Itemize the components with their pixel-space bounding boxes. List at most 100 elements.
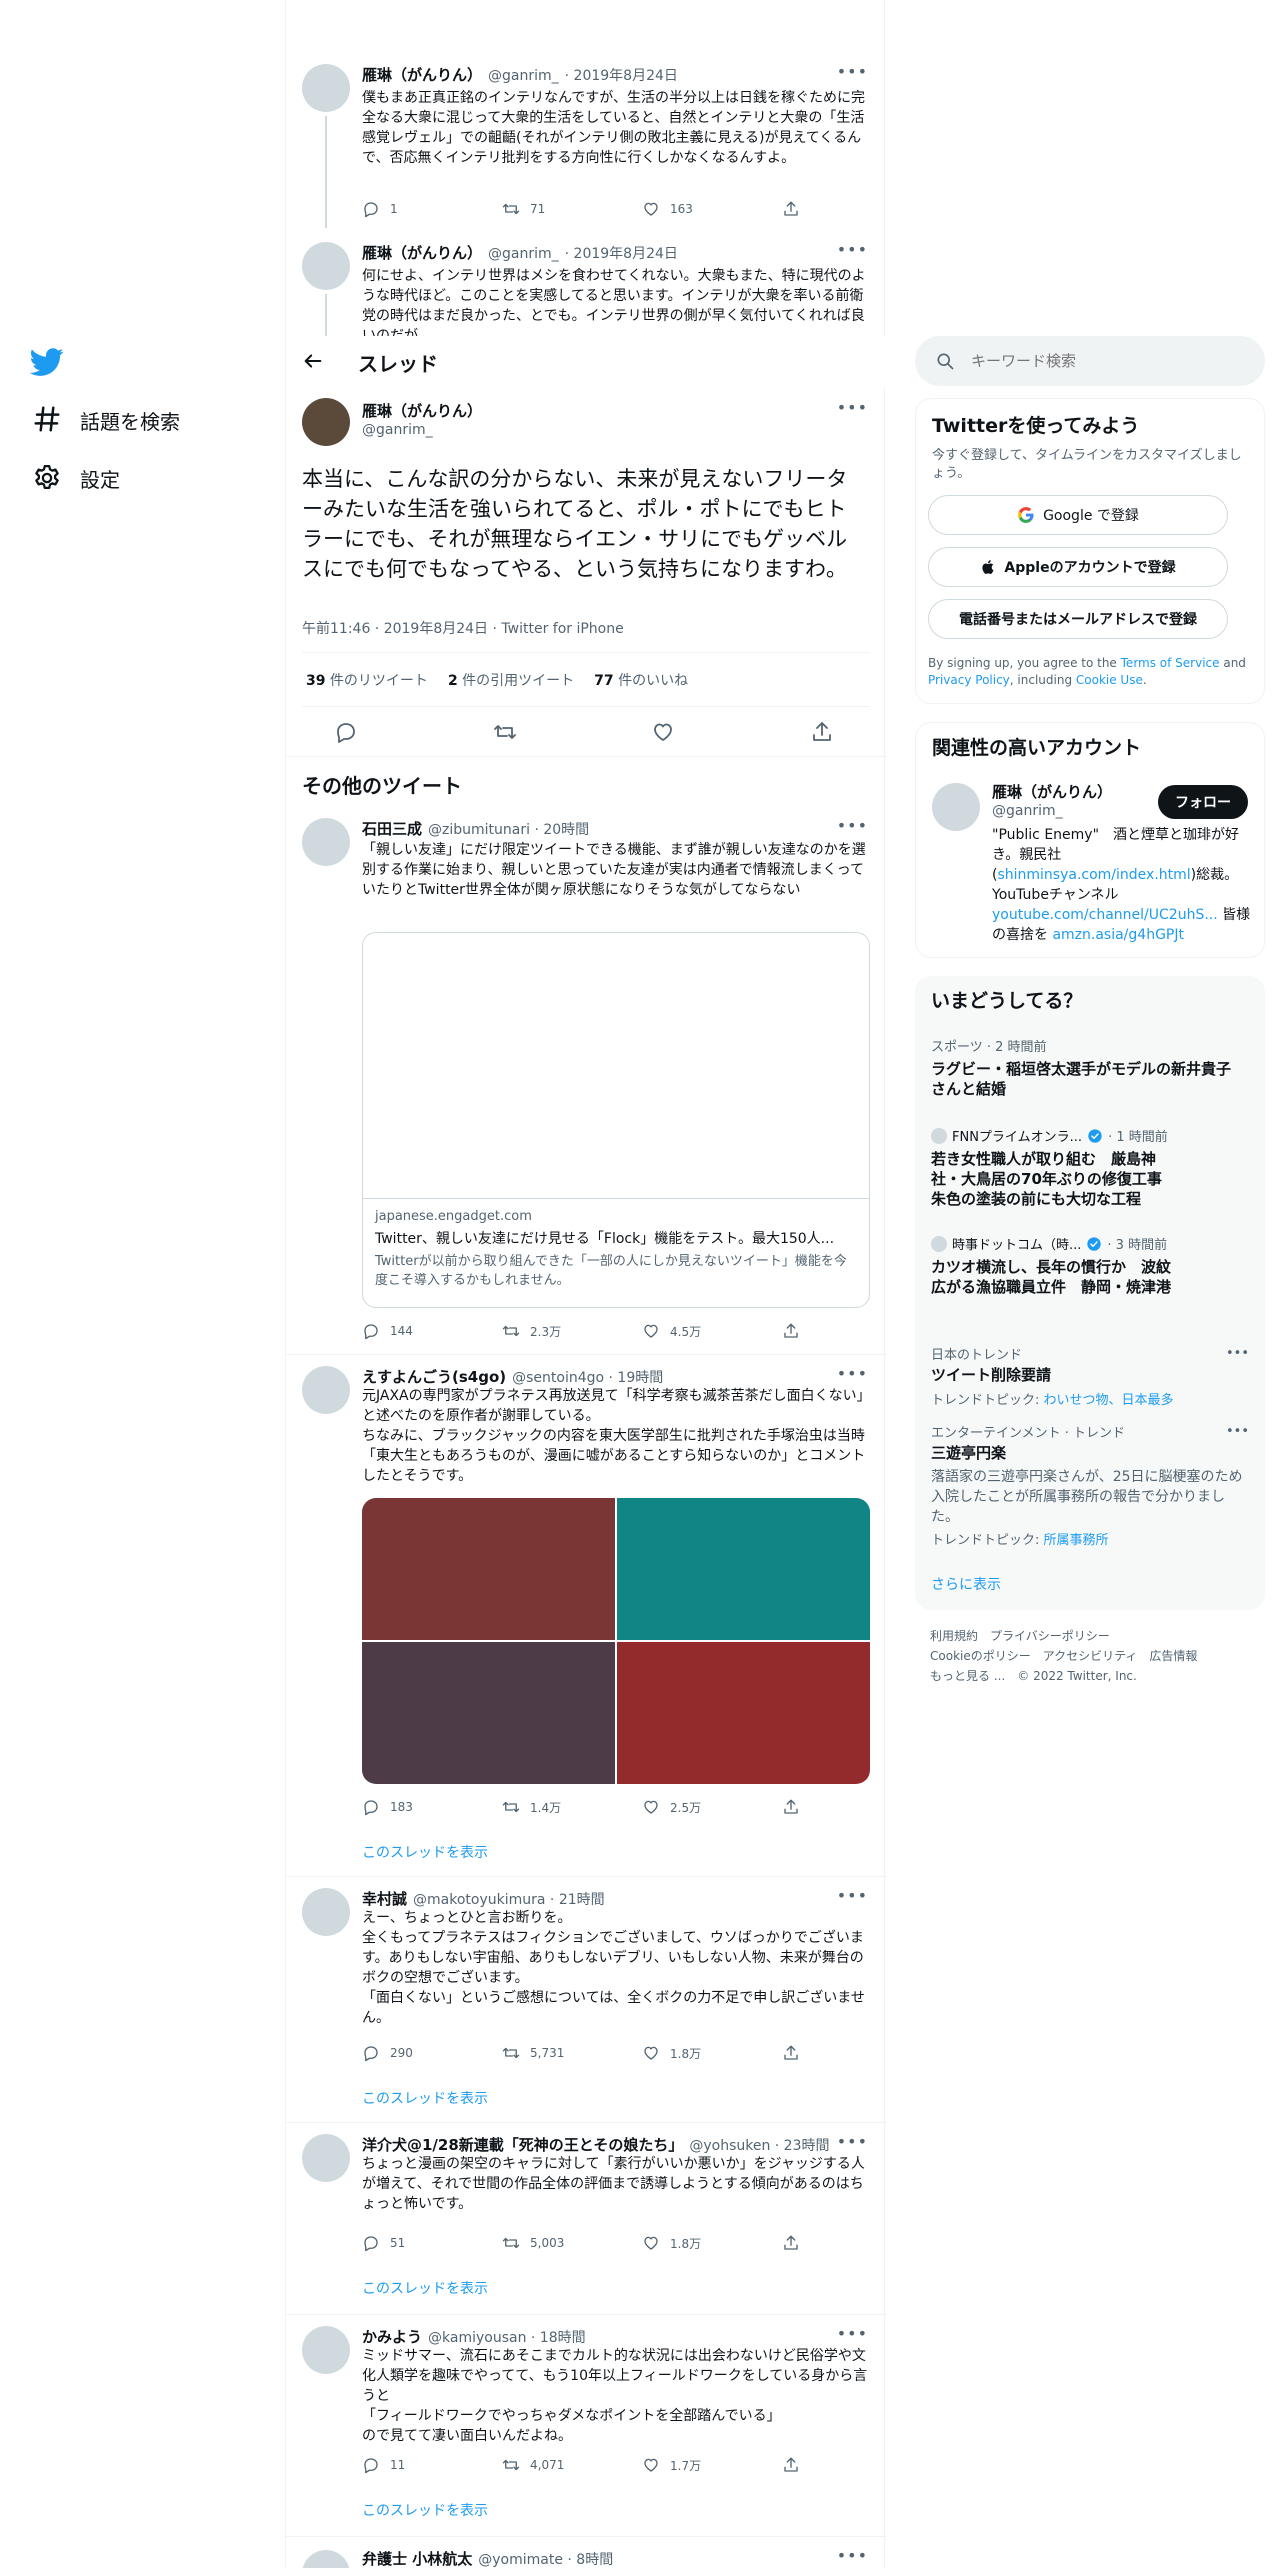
bio-link[interactable]: amzn.asia/g4hGPJt [1052, 927, 1184, 943]
tweet[interactable]: 洋介犬@1/28新連載「死神の王とその娘たち」 @yohsuken · 23時間… [286, 2130, 886, 2310]
share-button[interactable] [782, 1796, 802, 1818]
likes-stat[interactable]: 77 件のいいね [594, 670, 688, 690]
reply-button[interactable]: 51 [362, 2232, 472, 2254]
avatar[interactable] [302, 398, 350, 446]
cookie-use-link[interactable]: Cookie Use [1076, 673, 1143, 687]
google-signup-button[interactable]: Google で登録 [928, 495, 1228, 535]
avatar[interactable] [302, 818, 350, 866]
tweet[interactable]: かみよう @kamiyousan · 18時間 ••• ミッドサマー、流石にあそ… [286, 2322, 886, 2530]
trend-topics[interactable]: 所属事務所 [1044, 1533, 1109, 1548]
reply-button[interactable]: 183 [362, 1796, 472, 1818]
more-options-icon[interactable]: ••• [837, 240, 868, 259]
avatar[interactable] [302, 64, 350, 112]
tweet-author-handle[interactable]: @yohsuken · 23時間 [689, 2135, 829, 2155]
trend-item[interactable]: 日本のトレンド ツイート削除要請 トレンドトピック: わいせつ物、日本最多 [931, 1344, 1249, 1408]
bio-link[interactable]: youtube.com/channel/UC2uhS... [992, 907, 1218, 923]
trend-item[interactable]: 時事ドットコム（時... · 3 時間前 カツオ横流し、長年の慣行か 波紋広がる… [931, 1234, 1231, 1297]
footer-more-link[interactable]: もっと見る ... [930, 1666, 1005, 1686]
avatar[interactable] [302, 2326, 350, 2374]
related-account-name[interactable]: 雁琳（がんりん） [992, 781, 1112, 802]
more-options-icon[interactable]: ••• [837, 816, 868, 835]
tweet-image[interactable] [617, 1498, 870, 1640]
tweet-author-name[interactable]: かみよう [362, 2326, 422, 2347]
avatar[interactable] [302, 1888, 350, 1936]
show-more-trends-link[interactable]: さらに表示 [931, 1574, 1001, 1594]
tweet[interactable]: えすよんごう(s4go) @sentoin4go · 19時間 ••• 元JAX… [286, 1362, 886, 1872]
tweet-author-name[interactable]: 弁護士 小林航太 [362, 2548, 472, 2568]
like-button[interactable]: 4.5万 [642, 1320, 752, 1342]
share-button[interactable] [782, 198, 802, 220]
twitter-logo-icon[interactable] [30, 345, 64, 379]
tweet-timestamp[interactable]: 午前11:46 · 2019年8月24日 · Twitter for iPhon… [302, 618, 624, 638]
retweet-button[interactable]: 71 [502, 198, 612, 220]
show-thread-link[interactable]: このスレッドを表示 [362, 1842, 488, 1862]
tweet-author-name[interactable]: 幸村誠 [362, 1888, 407, 1909]
tweet-author-handle[interactable]: @kamiyousan · 18時間 [428, 2327, 586, 2347]
more-options-icon[interactable]: ••• [1226, 1424, 1249, 1439]
footer-link[interactable]: アクセシビリティ [1043, 1646, 1138, 1666]
show-thread-link[interactable]: このスレッドを表示 [362, 2278, 488, 2298]
tweet-author-handle[interactable]: @ganrim_ [488, 68, 559, 84]
avatar[interactable] [932, 783, 980, 831]
like-button[interactable]: 1.7万 [642, 2454, 752, 2476]
tweet-author-handle[interactable]: @zibumitunari · 20時間 [428, 819, 589, 839]
apple-signup-button[interactable]: Appleのアカウントで登録 [928, 547, 1228, 587]
bio-link[interactable]: shinminsya.com/index.html [997, 867, 1190, 883]
like-button[interactable]: 1.8万 [642, 2042, 752, 2064]
tweet[interactable]: 弁護士 小林航太 @yomimate · 8時間 ••• [286, 2546, 886, 2568]
tweet-image[interactable] [617, 1642, 870, 1784]
reply-icon[interactable] [334, 720, 358, 744]
related-account-handle[interactable]: @ganrim_ [992, 803, 1063, 819]
reply-button[interactable]: 144 [362, 1320, 472, 1342]
terms-of-service-link[interactable]: Terms of Service [1121, 656, 1220, 670]
share-button[interactable] [782, 1320, 802, 1342]
phone-email-signup-button[interactable]: 電話番号またはメールアドレスで登録 [928, 599, 1228, 639]
context-tweet[interactable]: 雁琳（がんりん） @ganrim_ · 2019年8月24日 ••• 僕もまあ正… [286, 58, 886, 228]
reply-button[interactable]: 1 [362, 198, 472, 220]
share-button[interactable] [782, 2454, 802, 2476]
like-button[interactable]: 1.8万 [642, 2232, 752, 2254]
avatar[interactable] [302, 2550, 350, 2568]
show-thread-link[interactable]: このスレッドを表示 [362, 2088, 488, 2108]
link-card[interactable]: japanese.engadget.com Twitter、親しい友達にだけ見せ… [362, 932, 870, 1308]
back-arrow-icon[interactable] [302, 350, 324, 372]
more-options-icon[interactable]: ••• [837, 2546, 868, 2565]
tweet-author-handle[interactable]: @yomimate · 8時間 [478, 2549, 613, 2568]
share-button[interactable] [782, 2042, 802, 2064]
more-options-icon[interactable]: ••• [837, 2324, 868, 2343]
tweet-author-handle[interactable]: @makotoyukimura · 21時間 [413, 1889, 605, 1909]
more-options-icon[interactable]: ••• [837, 1886, 868, 1905]
footer-link[interactable]: 利用規約 [930, 1626, 978, 1646]
footer-link[interactable]: プライバシーポリシー [990, 1626, 1110, 1646]
more-options-icon[interactable]: ••• [837, 62, 868, 81]
more-options-icon[interactable]: ••• [837, 398, 868, 417]
show-thread-link[interactable]: このスレッドを表示 [362, 2500, 488, 2520]
tweet-author-handle[interactable]: @ganrim_ [488, 246, 559, 262]
retweet-icon[interactable] [493, 720, 517, 744]
share-button[interactable] [782, 2232, 802, 2254]
tweet-image[interactable] [362, 1498, 615, 1640]
tweet-author-name[interactable]: 雁琳（がんりん） [362, 64, 482, 85]
reply-button[interactable]: 290 [362, 2042, 472, 2064]
avatar[interactable] [302, 2134, 350, 2182]
more-options-icon[interactable]: ••• [837, 2132, 868, 2151]
trend-item[interactable]: FNNプライムオンラ... · 1 時間前 若き女性職人が取り組む 厳島神社・大… [931, 1126, 1231, 1209]
reply-button[interactable]: 11 [362, 2454, 472, 2476]
tweet-author-name[interactable]: 雁琳（がんりん） [362, 400, 482, 421]
avatar[interactable] [302, 1366, 350, 1414]
quotes-stat[interactable]: 2 件の引用ツイート [448, 670, 574, 690]
retweets-stat[interactable]: 39 件のリツイート [306, 670, 428, 690]
trend-item[interactable]: エンターテインメント · トレンド 三遊亭円楽 落語家の三遊亭円楽さんが、25日… [931, 1422, 1249, 1548]
retweet-button[interactable]: 5,003 [502, 2232, 612, 2254]
retweet-button[interactable]: 5,731 [502, 2042, 612, 2064]
tweet-author-name[interactable]: 雁琳（がんりん） [362, 242, 482, 263]
trend-item[interactable]: スポーツ · 2 時間前 ラグビー・稲垣啓太選手がモデルの新井貴子さんと結婚 [931, 1036, 1231, 1099]
trend-topics[interactable]: わいせつ物、日本最多 [1044, 1393, 1174, 1408]
retweet-button[interactable]: 4,071 [502, 2454, 612, 2476]
share-icon[interactable] [810, 720, 834, 744]
footer-link[interactable]: 広告情報 [1149, 1646, 1197, 1666]
tweet[interactable]: 石田三成 @zibumitunari · 20時間 ••• 「親しい友達」にだけ… [286, 814, 886, 1350]
retweet-button[interactable]: 2.3万 [502, 1320, 612, 1342]
tweet-date[interactable]: · 2019年8月24日 [565, 243, 678, 263]
context-tweet[interactable]: 雁琳（がんりん） @ganrim_ · 2019年8月24日 ••• 何にせよ、… [286, 236, 886, 336]
